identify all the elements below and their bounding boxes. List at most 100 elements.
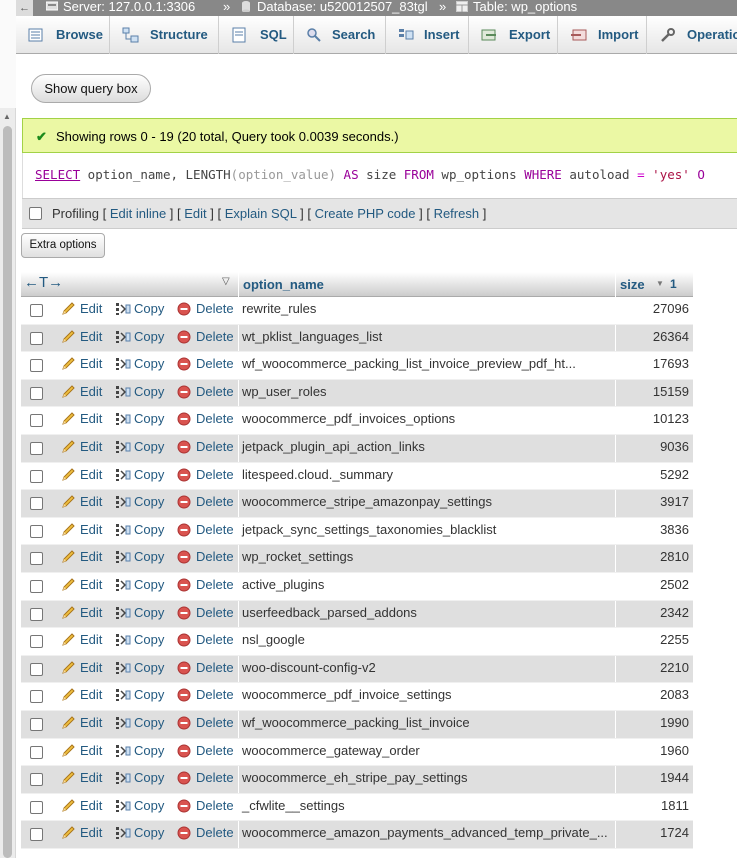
copy-row-button[interactable]: Copy	[115, 494, 164, 509]
explain-sql-link[interactable]: Explain SQL	[225, 206, 297, 221]
edit-row-button[interactable]: Edit	[61, 798, 102, 813]
edit-row-button[interactable]: Edit	[61, 825, 102, 840]
extra-options-button[interactable]: Extra options	[21, 233, 105, 258]
delete-row-button[interactable]: Delete	[177, 384, 234, 399]
tab-import[interactable]: Import	[558, 16, 647, 54]
copy-row-button[interactable]: Copy	[115, 356, 164, 371]
copy-row-button[interactable]: Copy	[115, 798, 164, 813]
tab-structure[interactable]: Structure	[110, 16, 219, 54]
sort-dropdown-icon[interactable]: ▽	[222, 276, 230, 287]
row-checkbox[interactable]	[30, 386, 43, 400]
delete-row-button[interactable]: Delete	[177, 439, 234, 454]
edit-row-button[interactable]: Edit	[61, 632, 102, 647]
edit-row-button[interactable]: Edit	[61, 605, 102, 620]
delete-row-button[interactable]: Delete	[177, 411, 234, 426]
tab-export[interactable]: Export	[469, 16, 558, 54]
tab-browse[interactable]: Browse	[16, 16, 110, 54]
row-checkbox[interactable]	[30, 773, 43, 787]
row-checkbox[interactable]	[30, 745, 43, 759]
row-checkbox[interactable]	[30, 524, 43, 538]
row-checkbox[interactable]	[30, 552, 43, 566]
row-checkbox[interactable]	[30, 828, 43, 842]
tab-insert[interactable]: Insert	[386, 16, 469, 54]
row-checkbox[interactable]	[30, 690, 43, 704]
edit-row-button[interactable]: Edit	[61, 494, 102, 509]
edit-row-button[interactable]: Edit	[61, 522, 102, 537]
copy-row-button[interactable]: Copy	[115, 632, 164, 647]
edit-row-button[interactable]: Edit	[61, 356, 102, 371]
delete-row-button[interactable]: Delete	[177, 577, 234, 592]
row-checkbox[interactable]	[30, 800, 43, 814]
page-scrollbar[interactable]: ▲	[0, 0, 16, 858]
row-checkbox[interactable]	[30, 497, 43, 511]
delete-row-button[interactable]: Delete	[177, 715, 234, 730]
delete-row-button[interactable]: Delete	[177, 743, 234, 758]
delete-row-button[interactable]: Delete	[177, 467, 234, 482]
edit-row-button[interactable]: Edit	[61, 411, 102, 426]
delete-row-button[interactable]: Delete	[177, 549, 234, 564]
row-checkbox[interactable]	[30, 414, 43, 428]
breadcrumb-database[interactable]: Database: u520012507_83tgl	[240, 0, 428, 14]
copy-row-button[interactable]: Copy	[115, 522, 164, 537]
delete-row-button[interactable]: Delete	[177, 356, 234, 371]
row-checkbox[interactable]	[30, 635, 43, 649]
copy-row-button[interactable]: Copy	[115, 384, 164, 399]
row-checkbox[interactable]	[30, 469, 43, 483]
delete-row-button[interactable]: Delete	[177, 660, 234, 675]
back-arrow-icon[interactable]: ←	[16, 0, 33, 16]
edit-row-button[interactable]: Edit	[61, 467, 102, 482]
row-checkbox[interactable]	[30, 359, 43, 373]
row-checkbox[interactable]	[30, 662, 43, 676]
scroll-up-arrow-icon[interactable]: ▲	[3, 112, 11, 121]
edit-row-button[interactable]: Edit	[61, 439, 102, 454]
edit-row-button[interactable]: Edit	[61, 329, 102, 344]
edit-row-button[interactable]: Edit	[61, 577, 102, 592]
tab-operations[interactable]: Operatio	[647, 16, 737, 54]
copy-row-button[interactable]: Copy	[115, 743, 164, 758]
delete-row-button[interactable]: Delete	[177, 687, 234, 702]
delete-row-button[interactable]: Delete	[177, 632, 234, 647]
delete-row-button[interactable]: Delete	[177, 329, 234, 344]
delete-row-button[interactable]: Delete	[177, 301, 234, 316]
column-resize-arrows-icon[interactable]: ←T→	[24, 274, 63, 291]
edit-inline-link[interactable]: Edit inline	[110, 206, 166, 221]
copy-row-button[interactable]: Copy	[115, 660, 164, 675]
copy-row-button[interactable]: Copy	[115, 411, 164, 426]
row-checkbox[interactable]	[30, 607, 43, 621]
edit-row-button[interactable]: Edit	[61, 687, 102, 702]
copy-row-button[interactable]: Copy	[115, 770, 164, 785]
tab-sql[interactable]: SQL	[219, 16, 294, 54]
delete-row-button[interactable]: Delete	[177, 770, 234, 785]
copy-row-button[interactable]: Copy	[115, 605, 164, 620]
edit-row-button[interactable]: Edit	[61, 549, 102, 564]
delete-row-button[interactable]: Delete	[177, 798, 234, 813]
column-header-size[interactable]: size	[620, 277, 645, 292]
copy-row-button[interactable]: Copy	[115, 467, 164, 482]
breadcrumb-table[interactable]: Table: wp_options	[456, 0, 577, 14]
copy-row-button[interactable]: Copy	[115, 329, 164, 344]
refresh-link[interactable]: Refresh	[434, 206, 480, 221]
copy-row-button[interactable]: Copy	[115, 439, 164, 454]
copy-row-button[interactable]: Copy	[115, 715, 164, 730]
profiling-checkbox[interactable]	[29, 207, 42, 220]
show-query-box-button[interactable]: Show query box	[31, 74, 151, 103]
row-checkbox[interactable]	[30, 717, 43, 731]
row-checkbox[interactable]	[30, 331, 43, 345]
copy-row-button[interactable]: Copy	[115, 301, 164, 316]
column-header-option-name[interactable]: option_name	[243, 277, 324, 292]
copy-row-button[interactable]: Copy	[115, 825, 164, 840]
sql-select-keyword[interactable]: SELECT	[35, 167, 80, 182]
edit-row-button[interactable]: Edit	[61, 770, 102, 785]
edit-row-button[interactable]: Edit	[61, 301, 102, 316]
delete-row-button[interactable]: Delete	[177, 494, 234, 509]
copy-row-button[interactable]: Copy	[115, 577, 164, 592]
copy-row-button[interactable]: Copy	[115, 687, 164, 702]
edit-row-button[interactable]: Edit	[61, 743, 102, 758]
delete-row-button[interactable]: Delete	[177, 605, 234, 620]
row-checkbox[interactable]	[30, 441, 43, 455]
row-checkbox[interactable]	[30, 304, 43, 317]
tab-search[interactable]: Search	[294, 16, 386, 54]
scrollbar-thumb[interactable]	[3, 126, 12, 858]
delete-row-button[interactable]: Delete	[177, 825, 234, 840]
breadcrumb-server[interactable]: Server: 127.0.0.1:3306	[46, 0, 195, 14]
